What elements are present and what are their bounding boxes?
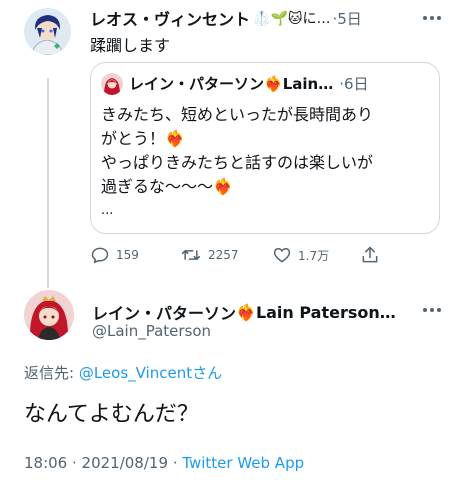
tweet2-author-name[interactable]: レイン・パターソン [92,300,236,324]
quote-time: ·6日 [339,75,369,93]
reply-prefix: 返信先: [24,364,79,382]
quote-line: ... [101,203,114,218]
quote-author-emoji: ❤️‍🔥 [264,74,283,93]
reply-button[interactable]: 159 [90,242,139,268]
quote-author-name: レイン・パターソン [129,75,265,93]
thread-connector-line [47,78,49,288]
share-icon [362,246,378,263]
tweet2-author-row[interactable]: レイン・パターソン ❤️‍🔥 Lain Paterson… [92,300,437,324]
tweet2-handle[interactable]: @Lain_Paterson [92,322,211,340]
tweet2-author-name-en[interactable]: Lain Paterson… [256,303,396,322]
tweet1-header: レオス・ヴィンセント 🥼🌱🐱に… ·5日 [90,6,425,30]
like-count: 1.7万 [298,248,330,263]
tweet1-text: 蹂躙します [90,36,171,55]
quote-header: レイン・パターソン ❤️‍🔥 Lain… ·6日 [129,73,429,94]
tweet1-author-name[interactable]: レオス・ヴィンセント [90,6,250,30]
quote-body: きみたち、短めといったが長時間あり がとう！❤️‍🔥 やっぱりきみたちと話すのは… [101,103,431,223]
reply-count: 159 [116,248,139,262]
tweet2-author-emoji: ❤️‍🔥 [236,302,256,322]
reply-target-link[interactable]: @Leos_Vincentさん [79,364,222,382]
avatar-leos[interactable] [24,8,71,55]
tweet2-meta: 18:06 · 2021/08/19 · Twitter Web App [24,454,304,472]
quote-line: やっぱりきみたちと話すのは楽しいが [101,153,374,172]
retweet-button[interactable]: 2257 [180,242,239,268]
tweet1-action-bar: 159 2257 1.7万 [90,242,430,268]
share-button[interactable] [360,242,386,268]
quote-author-name-en: Lain… [282,74,334,93]
replying-to: 返信先: @Leos_Vincentさん [24,362,222,383]
like-button[interactable]: 1.7万 [272,242,329,268]
tweet2-more-icon[interactable] [419,300,445,320]
avatar-lain-small [101,73,123,95]
reply-icon [91,247,109,264]
quote-line: 過ぎるな〜〜〜❤️‍🔥 [101,177,233,196]
retweet-icon [181,250,201,260]
tweet2-source-link[interactable]: Twitter Web App [182,454,304,472]
quoted-tweet-card[interactable]: レイン・パターソン ❤️‍🔥 Lain… ·6日 きみたち、短めといったが長時間… [90,62,440,234]
like-icon [273,248,291,263]
avatar-lain[interactable] [24,290,74,340]
quote-line: がとう！❤️‍🔥 [101,129,185,148]
tweet2-text: なんてよむんだ？ [24,402,199,427]
retweet-count: 2257 [208,248,239,262]
tweet2-timestamp[interactable]: 18:06 · 2021/08/19 · [24,454,182,472]
tweet1-author-emojis: 🥼🌱🐱に… [253,11,331,27]
quote-line: きみたち、短めといったが長時間あり [101,105,374,124]
tweet1-more-icon[interactable] [419,8,445,28]
tweet1-time[interactable]: ·5日 [332,8,361,29]
